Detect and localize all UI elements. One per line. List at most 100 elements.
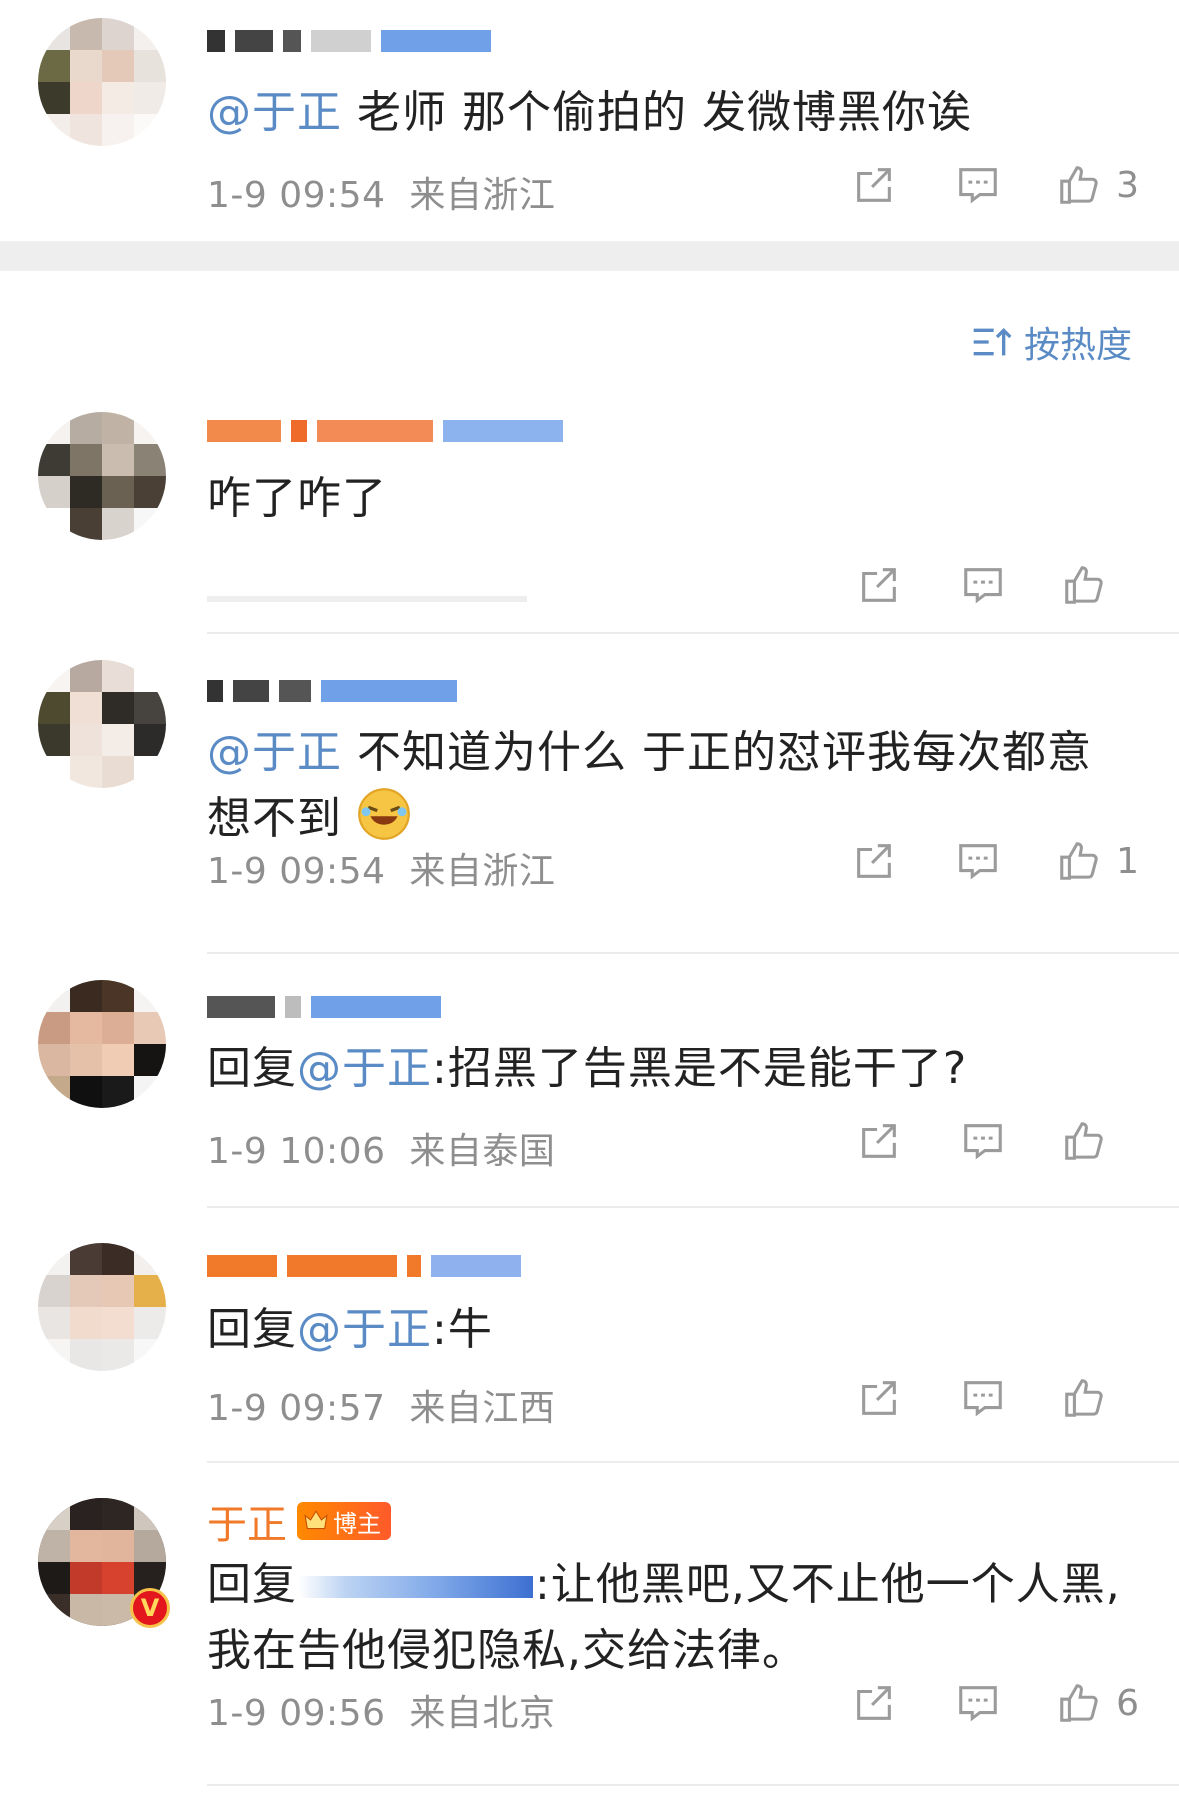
share-button[interactable]: [827, 1373, 931, 1423]
share-button[interactable]: [827, 560, 931, 610]
verified-v-icon: V: [130, 1588, 170, 1628]
laughing-crying-emoji-icon: [358, 788, 410, 840]
divider: [207, 1784, 1179, 1786]
redacted-mention: [299, 1576, 533, 1598]
comment-location: 来自泰国: [409, 1131, 556, 1172]
comment-actions: [827, 1116, 1139, 1166]
share-button[interactable]: [822, 836, 926, 886]
divider: [207, 1461, 1179, 1463]
share-button[interactable]: [822, 1678, 926, 1728]
thumbs-up-icon: [1060, 842, 1098, 880]
crown-icon: [304, 1510, 328, 1530]
comment-meta: 1-9 10:06 来自泰国: [207, 1122, 555, 1174]
thumbs-up-icon: [1060, 1684, 1098, 1722]
reply-button[interactable]: [931, 1116, 1035, 1166]
comment-actions: [827, 1373, 1139, 1423]
thumbs-up-icon: [1065, 1122, 1103, 1160]
share-icon: [862, 1124, 896, 1158]
comment-meta: 1-9 09:57 来自江西: [207, 1379, 555, 1431]
avatar[interactable]: [38, 412, 166, 540]
avatar[interactable]: [38, 1243, 166, 1371]
comment-icon: [964, 1381, 1002, 1417]
comment-meta-redacted: [207, 570, 527, 611]
comment-location: 来自北京: [409, 1693, 556, 1734]
comment-location: 来自江西: [409, 1388, 556, 1429]
comment-icon: [964, 1124, 1002, 1160]
comment-location: 来自浙江: [409, 175, 556, 216]
reply-button[interactable]: [926, 1678, 1030, 1728]
share-icon: [857, 168, 891, 202]
comment-icon: [959, 1686, 997, 1722]
like-button[interactable]: [1035, 1373, 1139, 1423]
author-name-row: 于正 博主: [207, 1502, 391, 1548]
comment-actions: 3: [822, 160, 1139, 210]
sort-button[interactable]: 按热度: [972, 316, 1132, 368]
comment-meta: 1-9 09:56 来自北京: [207, 1684, 555, 1736]
comment-time: 1-9 09:56: [207, 1693, 386, 1734]
mention-link[interactable]: @于正: [297, 1043, 432, 1094]
username-redacted[interactable]: [207, 674, 457, 708]
reply-button[interactable]: [931, 1373, 1035, 1423]
avatar[interactable]: [38, 980, 166, 1108]
reply-prefix: 回复: [207, 1559, 297, 1610]
thumbs-up-icon: [1065, 1379, 1103, 1417]
like-button[interactable]: [1035, 560, 1139, 610]
comment-time: 1-9 09:54: [207, 851, 386, 892]
reply-button[interactable]: [926, 160, 1030, 210]
like-button[interactable]: 6: [1030, 1678, 1139, 1728]
author-badge: 博主: [297, 1502, 391, 1540]
share-icon: [857, 844, 891, 878]
comment-meta: 1-9 09:54 来自浙江: [207, 842, 555, 894]
like-count: 6: [1116, 1682, 1139, 1724]
section-separator: [0, 241, 1179, 271]
thumbs-up-icon: [1065, 566, 1103, 604]
comment-text: @于正 老师 那个偷拍的 发微博黑你诶: [207, 87, 972, 138]
username-redacted[interactable]: [207, 24, 491, 58]
like-button[interactable]: [1035, 1116, 1139, 1166]
sort-label: 按热度: [1023, 325, 1132, 366]
mention-link[interactable]: @于正: [207, 727, 342, 778]
reply-prefix: 回复: [207, 1304, 297, 1355]
username-redacted[interactable]: [207, 1249, 521, 1283]
avatar[interactable]: [38, 660, 166, 788]
share-button[interactable]: [827, 1116, 931, 1166]
mention-link[interactable]: @于正: [297, 1304, 432, 1355]
username-redacted[interactable]: [207, 990, 441, 1024]
like-count: 3: [1116, 164, 1139, 206]
share-icon: [862, 1381, 896, 1415]
sort-icon: [973, 327, 1012, 356]
comment-text: 咋了咋了: [207, 473, 387, 524]
divider: [207, 1206, 1179, 1208]
mention-link[interactable]: @于正: [207, 87, 342, 138]
comment-icon: [959, 168, 997, 204]
reply-button[interactable]: [931, 560, 1035, 610]
comment-actions: [827, 560, 1139, 610]
like-button[interactable]: 3: [1030, 160, 1139, 210]
comment-icon: [964, 568, 1002, 604]
comment-meta: 1-9 09:54 来自浙江: [207, 166, 555, 218]
reply-prefix: 回复: [207, 1043, 297, 1094]
share-button[interactable]: [822, 160, 926, 210]
reply-button[interactable]: [926, 836, 1030, 886]
like-button[interactable]: 1: [1030, 836, 1139, 886]
comment-text: 回复:让他黑吧,又不止他一个人黑,我在告他侵犯隐私,交给法律。: [207, 1559, 1121, 1676]
comment-time: 1-9 10:06: [207, 1131, 386, 1172]
thumbs-up-icon: [1060, 166, 1098, 204]
comment-actions: 1: [822, 836, 1139, 886]
comment-actions: 6: [822, 1678, 1139, 1728]
author-name[interactable]: 于正: [207, 1492, 287, 1550]
divider: [207, 632, 1179, 634]
comment-icon: [959, 844, 997, 880]
username-redacted[interactable]: [207, 414, 563, 448]
divider: [207, 952, 1179, 954]
comment-text: @于正 不知道为什么 于正的怼评我每次都意想不到: [207, 727, 1092, 844]
comment-text: 回复@于正:招黑了告黑是不是能干了?: [207, 1043, 968, 1094]
avatar[interactable]: [38, 18, 166, 146]
comment-location: 来自浙江: [409, 851, 556, 892]
like-count: 1: [1116, 840, 1139, 882]
share-icon: [862, 568, 896, 602]
share-icon: [857, 1686, 891, 1720]
comment-text: 回复@于正:牛: [207, 1304, 493, 1355]
comment-time: 1-9 09:57: [207, 1388, 386, 1429]
comment-time: 1-9 09:54: [207, 175, 386, 216]
